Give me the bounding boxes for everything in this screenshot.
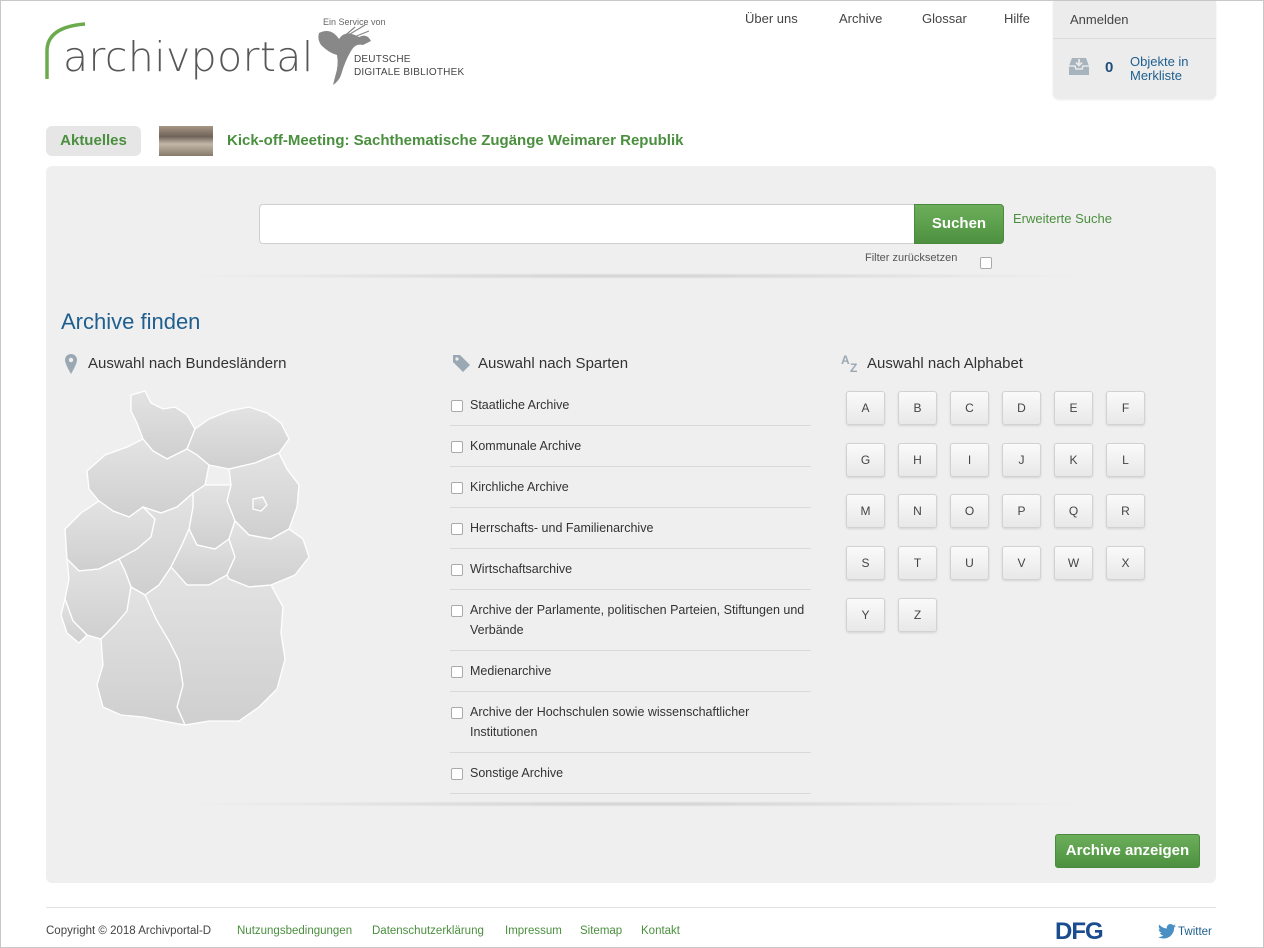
letter-button-h[interactable]: H: [898, 442, 937, 477]
footer-link-nutzungsbedingungen[interactable]: Nutzungsbedingungen: [237, 925, 352, 937]
letter-button-z[interactable]: Z: [898, 597, 937, 632]
sparte-item[interactable]: Kommunale Archive: [450, 426, 811, 467]
news-thumbnail[interactable]: [159, 126, 213, 156]
letter-button-b[interactable]: B: [898, 391, 937, 425]
sparte-checkbox[interactable]: [451, 707, 463, 719]
letter-button-g[interactable]: G: [846, 442, 885, 477]
news-headline-link[interactable]: Kick-off-Meeting: Sachthematische Zugäng…: [227, 132, 683, 149]
location-pin-icon: [65, 354, 77, 374]
logo-text[interactable]: archivportal: [63, 37, 314, 78]
dfg-logo[interactable]: DFG: [1055, 920, 1104, 944]
twitter-icon[interactable]: [1158, 924, 1176, 939]
divider: [176, 801, 1091, 807]
letter-button-n[interactable]: N: [898, 494, 937, 529]
alphabet-heading: Auswahl nach Alphabet: [867, 355, 1023, 372]
alphabet-sort-icon: A Z: [841, 353, 857, 373]
states-heading: Auswahl nach Bundesländern: [88, 355, 287, 372]
letter-button-k[interactable]: K: [1054, 442, 1093, 477]
sparte-checkbox[interactable]: [451, 523, 463, 535]
login-link[interactable]: Anmelden: [1070, 12, 1129, 27]
letter-button-x[interactable]: X: [1106, 546, 1145, 581]
letter-button-j[interactable]: J: [1002, 442, 1041, 477]
letter-button-i[interactable]: I: [950, 442, 989, 477]
nav-ueber-uns[interactable]: Über uns: [745, 11, 798, 26]
letter-button-r[interactable]: R: [1106, 494, 1145, 529]
letter-button-m[interactable]: M: [846, 494, 885, 529]
letter-button-e[interactable]: E: [1054, 391, 1093, 425]
svg-text:A: A: [841, 353, 850, 367]
partner-name-line2: DIGITALE BIBLIOTHEK: [354, 67, 465, 78]
section-title: Archive finden: [61, 309, 201, 334]
filter-reset-checkbox[interactable]: [980, 257, 992, 269]
letter-button-a[interactable]: A: [846, 391, 885, 425]
sparte-checkbox[interactable]: [451, 666, 463, 678]
nav-archive[interactable]: Archive: [839, 11, 882, 26]
news-tab[interactable]: Aktuelles: [46, 126, 141, 156]
sparte-item[interactable]: Archive der Hochschulen sowie wissenscha…: [450, 692, 811, 753]
sparte-label[interactable]: Herrschafts- und Familienarchive: [470, 518, 653, 538]
sparte-item[interactable]: Wirtschaftsarchive: [450, 549, 811, 590]
letter-button-c[interactable]: C: [950, 391, 989, 425]
search-input[interactable]: [259, 204, 915, 244]
twitter-link[interactable]: Twitter: [1178, 926, 1212, 938]
svg-text:Z: Z: [850, 361, 857, 373]
letter-button-d[interactable]: D: [1002, 391, 1041, 425]
divider: [176, 273, 1091, 279]
footer-link-sitemap[interactable]: Sitemap: [580, 925, 622, 937]
germany-map[interactable]: [59, 389, 315, 735]
letter-button-w[interactable]: W: [1054, 546, 1093, 581]
letter-button-q[interactable]: Q: [1054, 494, 1093, 529]
footer-divider: [46, 907, 1216, 908]
sparten-heading: Auswahl nach Sparten: [478, 355, 629, 372]
sparte-item[interactable]: Kirchliche Archive: [450, 467, 811, 508]
letter-button-u[interactable]: U: [950, 546, 989, 581]
sparte-checkbox[interactable]: [451, 400, 463, 412]
letter-button-t[interactable]: T: [898, 546, 937, 581]
letter-button-p[interactable]: P: [1002, 494, 1041, 529]
footer-link-kontakt[interactable]: Kontakt: [641, 925, 680, 937]
nav-hilfe[interactable]: Hilfe: [1004, 11, 1030, 26]
sparte-label[interactable]: Staatliche Archive: [470, 395, 569, 415]
sparte-item[interactable]: Sonstige Archive: [450, 753, 811, 794]
sparte-label[interactable]: Archive der Parlamente, politischen Part…: [470, 600, 810, 640]
partner-name-line1: DEUTSCHE: [354, 54, 411, 65]
show-archives-button[interactable]: Archive anzeigen: [1055, 834, 1200, 868]
sparte-label[interactable]: Kommunale Archive: [470, 436, 581, 456]
sparte-label[interactable]: Archive der Hochschulen sowie wissenscha…: [470, 702, 780, 742]
sparte-checkbox[interactable]: [451, 441, 463, 453]
nav-glossar[interactable]: Glossar: [922, 11, 967, 26]
letter-button-f[interactable]: F: [1106, 391, 1145, 425]
watchlist-count[interactable]: 0: [1105, 59, 1113, 76]
copyright-text: Copyright © 2018 Archivportal-D: [46, 925, 212, 937]
sparte-item[interactable]: Herrschafts- und Familienarchive: [450, 508, 811, 549]
letter-button-v[interactable]: V: [1002, 546, 1041, 581]
sparte-checkbox[interactable]: [451, 605, 463, 617]
sparte-item[interactable]: Staatliche Archive: [450, 389, 811, 426]
letter-button-o[interactable]: O: [950, 494, 989, 529]
sparte-item[interactable]: Archive der Parlamente, politischen Part…: [450, 590, 811, 651]
search-button[interactable]: Suchen: [914, 204, 1004, 244]
sparte-checkbox[interactable]: [451, 768, 463, 780]
sparte-checkbox[interactable]: [451, 564, 463, 576]
footer-link-datenschutz[interactable]: Datenschutzerklärung: [372, 925, 484, 937]
sparte-checkbox[interactable]: [451, 482, 463, 494]
inbox-icon[interactable]: [1067, 54, 1091, 78]
footer-link-impressum[interactable]: Impressum: [505, 925, 562, 937]
sparte-label[interactable]: Sonstige Archive: [470, 763, 563, 783]
letter-button-l[interactable]: L: [1106, 442, 1145, 477]
sparte-label[interactable]: Wirtschaftsarchive: [470, 559, 572, 579]
watchlist-link[interactable]: Objekte in Merkliste: [1130, 55, 1210, 83]
sparte-label[interactable]: Medienarchive: [470, 661, 551, 681]
partner-service-label: Ein Service von: [323, 17, 386, 27]
letter-button-s[interactable]: S: [846, 546, 885, 581]
sparte-item[interactable]: Medienarchive: [450, 651, 811, 692]
tags-icon: [453, 355, 470, 372]
filter-reset-label: Filter zurücksetzen: [865, 252, 958, 264]
letter-button-y[interactable]: Y: [846, 597, 885, 632]
advanced-search-link[interactable]: Erweiterte Suche: [1013, 211, 1112, 226]
sparte-label[interactable]: Kirchliche Archive: [470, 477, 569, 497]
